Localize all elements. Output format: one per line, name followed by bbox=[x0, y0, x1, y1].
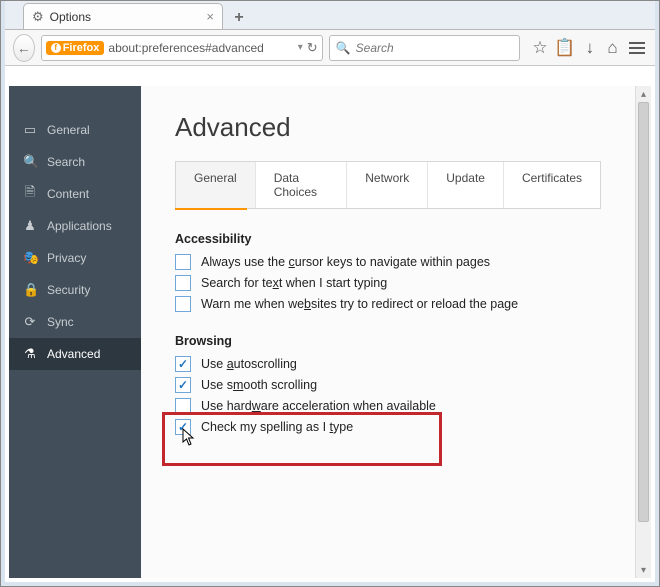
option-label: Check my spelling as I type bbox=[201, 420, 353, 434]
sidebar-item-sync[interactable]: ⟳ Sync bbox=[9, 306, 141, 338]
sidebar-item-label: General bbox=[47, 123, 90, 137]
bookmark-star-icon[interactable]: ☆ bbox=[532, 38, 549, 58]
accessibility-option: Warn me when websites try to redirect or… bbox=[175, 296, 601, 312]
sidebar-item-label: Security bbox=[47, 283, 90, 297]
nav-toolbar: ← f Firefox about:preferences#advanced ▾… bbox=[5, 30, 655, 66]
vertical-scrollbar[interactable]: ▴ ▾ bbox=[635, 86, 651, 578]
search-bar[interactable]: 🔍 bbox=[329, 35, 520, 61]
sidebar-item-label: Search bbox=[47, 155, 85, 169]
sidebar-item-applications[interactable]: ♟ Applications bbox=[9, 210, 141, 242]
section-title-accessibility: Accessibility bbox=[175, 232, 601, 246]
sync-icon: ⟳ bbox=[23, 314, 37, 330]
subtab-certificates[interactable]: Certificates bbox=[504, 162, 600, 208]
advanced-subtabs: GeneralData ChoicesNetworkUpdateCertific… bbox=[175, 161, 601, 209]
checkbox[interactable] bbox=[175, 296, 191, 312]
section-accessibility: Accessibility Always use the cursor keys… bbox=[175, 232, 601, 312]
checkbox[interactable] bbox=[175, 275, 191, 291]
tab-strip: ⚙ Options × + bbox=[5, 1, 655, 30]
checkbox[interactable] bbox=[175, 377, 191, 393]
option-label: Always use the cursor keys to navigate w… bbox=[201, 255, 490, 269]
gear-icon: ⚙ bbox=[32, 9, 44, 25]
url-bar[interactable]: f Firefox about:preferences#advanced ▾ ↻ bbox=[41, 35, 323, 61]
accessibility-option: Search for text when I start typing bbox=[175, 275, 601, 291]
sidebar-item-privacy[interactable]: 🎭 Privacy bbox=[9, 242, 141, 274]
search-input[interactable] bbox=[356, 41, 513, 55]
tab-title: Options bbox=[50, 10, 91, 24]
scrollbar-thumb[interactable] bbox=[638, 102, 649, 522]
applications-icon: ♟ bbox=[23, 218, 37, 234]
option-label: Use smooth scrolling bbox=[201, 378, 317, 392]
browser-tab-options[interactable]: ⚙ Options × bbox=[23, 3, 223, 29]
option-label: Use autoscrolling bbox=[201, 357, 297, 371]
browsing-option: Use hardware acceleration when available bbox=[175, 398, 601, 414]
accessibility-option: Always use the cursor keys to navigate w… bbox=[175, 254, 601, 270]
general-icon: ▭ bbox=[23, 122, 37, 138]
checkbox[interactable] bbox=[175, 356, 191, 372]
content-icon: 🗎 bbox=[23, 183, 37, 205]
menu-button[interactable] bbox=[627, 37, 647, 59]
preferences-sidebar: ▭ General 🔍 Search 🗎 Content ♟ Applications 🎭 Pri… bbox=[9, 86, 141, 578]
browsing-option: Use autoscrolling bbox=[175, 356, 601, 372]
sidebar-item-label: Privacy bbox=[47, 251, 86, 265]
active-tab-underline bbox=[175, 208, 247, 210]
home-icon[interactable]: ⌂ bbox=[604, 38, 621, 58]
firefox-icon: f bbox=[51, 43, 61, 53]
security-icon: 🔒 bbox=[23, 282, 37, 298]
preferences-panel: Advanced GeneralData ChoicesNetworkUpdat… bbox=[141, 86, 635, 578]
url-text: about:preferences#advanced bbox=[108, 41, 293, 55]
sidebar-item-search[interactable]: 🔍 Search bbox=[9, 146, 141, 178]
scroll-down-icon[interactable]: ▾ bbox=[636, 562, 651, 578]
back-button[interactable]: ← bbox=[13, 34, 35, 62]
subtab-update[interactable]: Update bbox=[428, 162, 504, 208]
scroll-up-icon[interactable]: ▴ bbox=[636, 86, 651, 102]
page-title: Advanced bbox=[175, 112, 601, 143]
subtab-data-choices[interactable]: Data Choices bbox=[256, 162, 348, 208]
sidebar-item-general[interactable]: ▭ General bbox=[9, 114, 141, 146]
privacy-icon: 🎭 bbox=[23, 250, 37, 266]
checkbox[interactable] bbox=[175, 254, 191, 270]
subtab-network[interactable]: Network bbox=[347, 162, 428, 208]
checkbox[interactable] bbox=[175, 398, 191, 414]
sidebar-item-label: Content bbox=[47, 187, 89, 201]
browsing-option: Check my spelling as I type bbox=[175, 419, 601, 435]
section-title-browsing: Browsing bbox=[175, 334, 601, 348]
new-tab-button[interactable]: + bbox=[227, 7, 251, 29]
option-label: Search for text when I start typing bbox=[201, 276, 387, 290]
reload-icon[interactable]: ↻ bbox=[307, 40, 318, 56]
section-browsing: Browsing Use autoscrolling Use smooth scr… bbox=[175, 334, 601, 435]
downloads-icon[interactable]: ↓ bbox=[582, 38, 599, 58]
sidebar-item-label: Applications bbox=[47, 219, 112, 233]
urlbar-dropdown-icon[interactable]: ▾ bbox=[298, 42, 303, 53]
checkbox[interactable] bbox=[175, 419, 191, 435]
sidebar-item-label: Sync bbox=[47, 315, 74, 329]
sidebar-item-label: Advanced bbox=[47, 347, 100, 361]
search-icon: 🔍 bbox=[336, 41, 351, 55]
option-label: Use hardware acceleration when available bbox=[201, 399, 436, 413]
clipboard-icon[interactable]: 📋 bbox=[554, 38, 575, 58]
search-icon: 🔍 bbox=[23, 154, 37, 170]
subtab-general[interactable]: General bbox=[176, 162, 256, 208]
tab-close-icon[interactable]: × bbox=[206, 9, 214, 24]
sidebar-item-content[interactable]: 🗎 Content bbox=[9, 178, 141, 210]
identity-badge: f Firefox bbox=[46, 41, 105, 55]
sidebar-item-security[interactable]: 🔒 Security bbox=[9, 274, 141, 306]
browsing-option: Use smooth scrolling bbox=[175, 377, 601, 393]
option-label: Warn me when websites try to redirect or… bbox=[201, 297, 518, 311]
sidebar-item-advanced[interactable]: ⚗ Advanced bbox=[9, 338, 141, 370]
advanced-icon: ⚗ bbox=[23, 346, 37, 362]
